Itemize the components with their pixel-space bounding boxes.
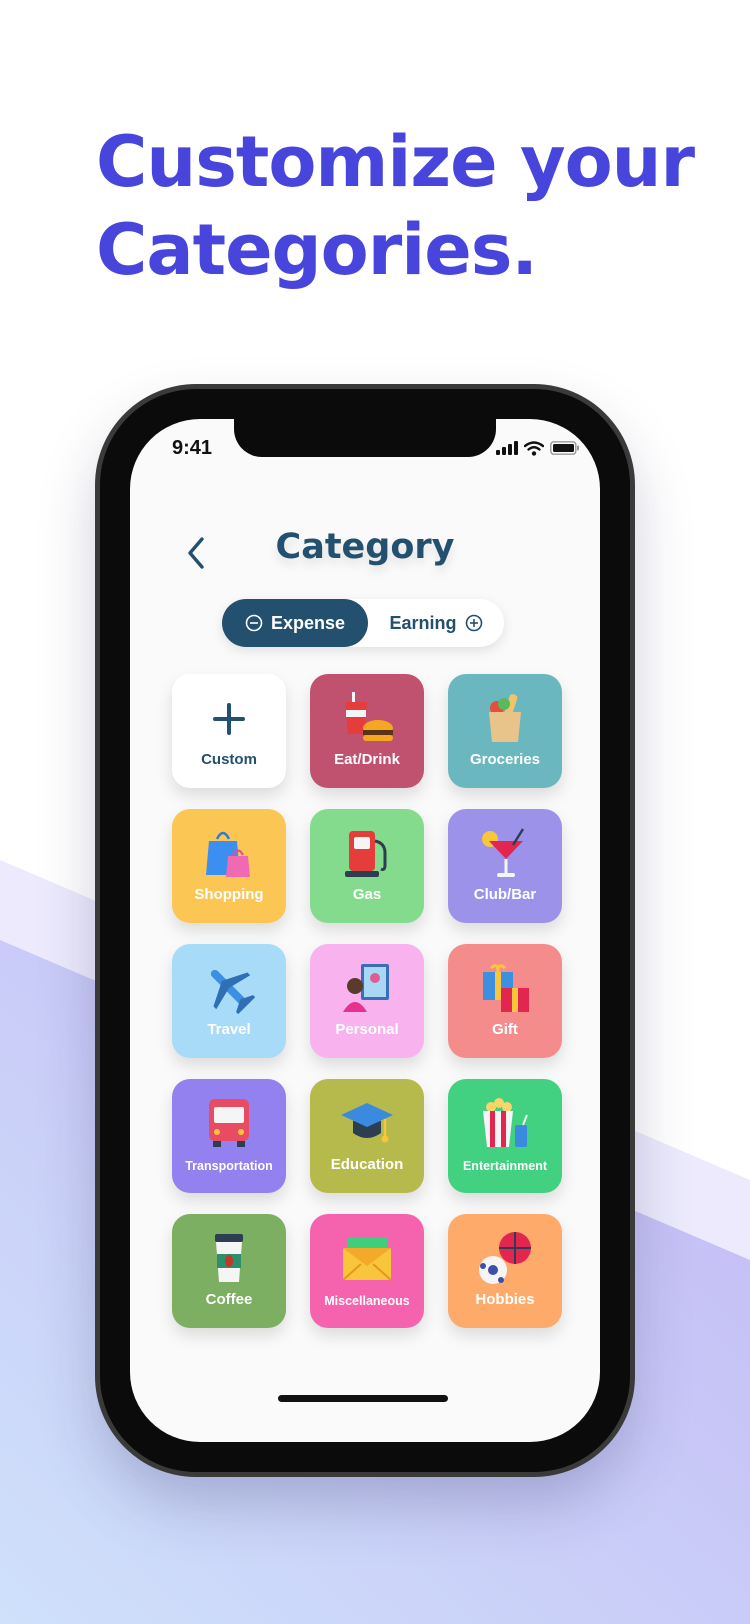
category-label: Transportation	[185, 1159, 273, 1173]
category-tile-travel[interactable]: Travel	[172, 944, 286, 1058]
cocktail-icon	[482, 828, 525, 877]
category-label: Hobbies	[475, 1291, 535, 1308]
category-label: Coffee	[205, 1291, 253, 1308]
earning-tab-label: Earning	[389, 612, 457, 633]
phone-screen: 9:41 Category Expense Earning Custom Eat…	[130, 419, 600, 1442]
category-tile-transportation[interactable]: Transportation	[172, 1079, 286, 1193]
category-label: Eat/Drink	[334, 751, 400, 768]
earning-tab[interactable]: Earning	[368, 599, 504, 647]
notch	[234, 419, 496, 457]
coffee-cup-icon	[215, 1234, 243, 1282]
category-label: Club/Bar	[473, 886, 537, 903]
category-label: Custom	[201, 751, 257, 768]
category-label: Shopping	[194, 886, 264, 903]
grocery-bag-icon	[489, 694, 521, 742]
popcorn-icon	[483, 1098, 528, 1147]
status-icons	[496, 439, 580, 457]
phone-frame: 9:41 Category Expense Earning Custom Eat…	[100, 389, 630, 1472]
category-tile-hobbies[interactable]: Hobbies	[448, 1214, 562, 1328]
gas-pump-icon	[345, 831, 387, 877]
category-label: Travel	[207, 1021, 251, 1038]
graduation-cap-icon	[341, 1103, 393, 1143]
category-tile-entertainment[interactable]: Entertainment	[448, 1079, 562, 1193]
category-label: Gas	[352, 886, 382, 903]
category-tile-coffee[interactable]: Coffee	[172, 1214, 286, 1328]
category-tile-gas[interactable]: Gas	[310, 809, 424, 923]
category-tile-club-bar[interactable]: Club/Bar	[448, 809, 562, 923]
category-tile-custom[interactable]: Custom	[172, 674, 286, 788]
plus-icon	[213, 703, 245, 735]
category-label: Groceries	[469, 751, 541, 768]
mirror-person-icon	[343, 964, 389, 1012]
headline-line-1: Customize your	[96, 121, 695, 203]
category-label: Education	[330, 1156, 404, 1173]
category-tile-groceries[interactable]: Groceries	[448, 674, 562, 788]
signal-icon	[496, 441, 518, 455]
expense-tab-label: Expense	[270, 612, 346, 633]
headline: Customize your Categories.	[96, 118, 695, 294]
category-tile-gift[interactable]: Gift	[448, 944, 562, 1058]
type-segmented-control: Expense Earning	[222, 599, 504, 647]
expense-tab[interactable]: Expense	[222, 599, 368, 647]
plus-circle-icon	[465, 614, 482, 632]
page-title: Category	[275, 527, 455, 567]
bus-icon	[209, 1099, 249, 1147]
category-tile-shopping[interactable]: Shopping	[172, 809, 286, 923]
wifi-icon	[524, 440, 544, 456]
fast-food-icon	[345, 692, 393, 741]
category-tile-miscellaneous[interactable]: Miscellaneous	[310, 1214, 424, 1328]
category-tile-personal[interactable]: Personal	[310, 944, 424, 1058]
category-label: Gift	[492, 1021, 518, 1038]
category-label: Entertainment	[462, 1159, 548, 1173]
category-tile-eat-drink[interactable]: Eat/Drink	[310, 674, 424, 788]
category-label: Personal	[335, 1021, 399, 1038]
money-envelope-icon	[342, 1238, 392, 1281]
airplane-icon	[210, 969, 256, 1015]
category-tile-education[interactable]: Education	[310, 1079, 424, 1193]
category-label: Miscellaneous	[324, 1294, 410, 1308]
minus-circle-icon	[245, 614, 263, 632]
battery-icon	[550, 441, 579, 455]
category-grid: Custom Eat/Drink Groceries Shopping Gas …	[172, 674, 562, 1339]
status-time: 9:41	[172, 437, 213, 459]
balls-icon	[479, 1232, 531, 1284]
gift-box-icon	[483, 964, 529, 1012]
headline-line-2: Categories.	[96, 209, 538, 291]
shopping-bags-icon	[206, 831, 250, 877]
home-indicator[interactable]	[278, 1395, 448, 1402]
